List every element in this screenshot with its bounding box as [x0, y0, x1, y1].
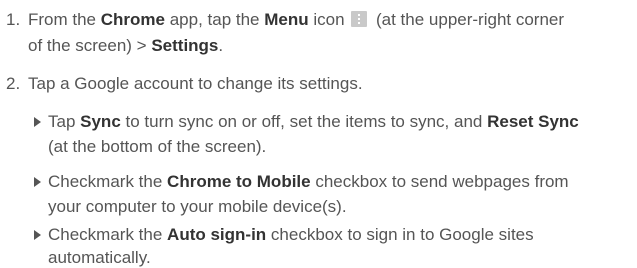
- step-1-line-2: of the screen) > Settings.: [28, 36, 224, 55]
- bullet-1-line-2: (at the bottom of the screen).: [48, 137, 267, 156]
- auto-sign-in-label: Auto sign-in: [167, 225, 267, 244]
- bullet-marker-icon: [34, 230, 41, 240]
- reset-sync-label: Reset Sync: [487, 112, 579, 131]
- chrome-to-mobile-label: Chrome to Mobile: [167, 172, 311, 191]
- step-number: 1.: [6, 10, 21, 29]
- vertical-dots-menu-icon: [351, 11, 368, 27]
- menu-label: Menu: [264, 10, 309, 29]
- bullet-3-line-2: automatically.: [48, 248, 151, 267]
- bullet-1-line-1: Tap Sync to turn sync on or off, set the…: [48, 112, 579, 131]
- step-number: 2.: [6, 74, 21, 93]
- step-1-line-1: 1. From the Chrome app, tap the Menu icon…: [6, 10, 565, 29]
- sync-label: Sync: [80, 112, 121, 131]
- instruction-page: 1. From the Chrome app, tap the Menu icon…: [0, 0, 637, 268]
- step-2-line: 2. Tap a Google account to change its set…: [6, 74, 363, 93]
- bullet-marker-icon: [34, 117, 41, 127]
- settings-label: Settings: [151, 36, 219, 55]
- bullet-marker-icon: [34, 177, 41, 187]
- bullet-2-line-1: Checkmark the Chrome to Mobile checkbox …: [48, 172, 569, 191]
- bullet-3-line-1: Checkmark the Auto sign-in checkbox to s…: [48, 225, 534, 244]
- chrome-app-label: Chrome: [100, 10, 165, 29]
- bullet-2-line-2: your computer to your mobile device(s).: [48, 197, 347, 216]
